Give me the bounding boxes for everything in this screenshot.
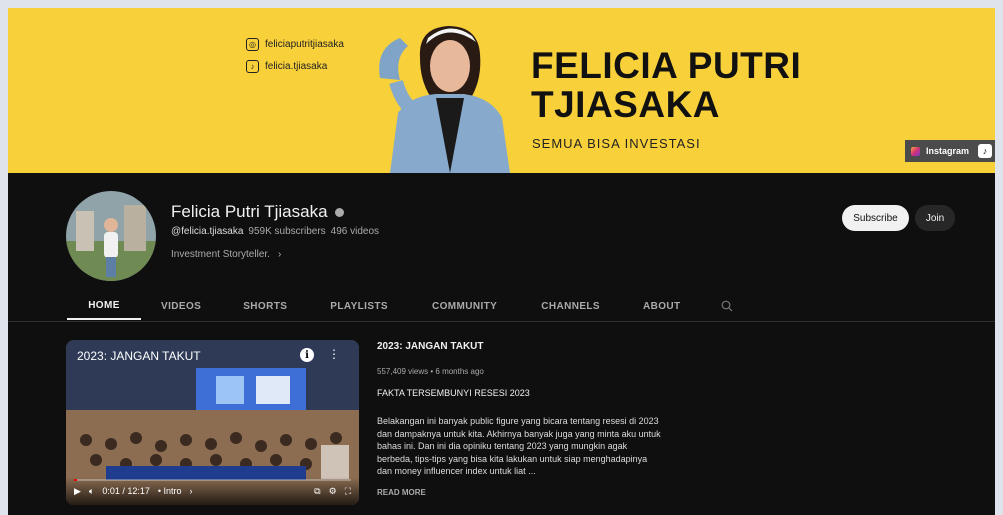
subscribe-button[interactable]: Subscribe [842,205,909,231]
banner-title-line1: FELICIA PUTRI [531,45,802,86]
join-button[interactable]: Join [915,205,955,231]
avatar[interactable] [66,191,156,281]
avatar-photo [66,191,156,281]
banner-link-instagram[interactable]: Instagram [926,146,969,156]
banner-social-links[interactable]: Instagram ♪ [905,140,995,162]
tab-playlists[interactable]: PLAYLISTS [330,292,388,320]
chapter-label[interactable]: • Intro [158,486,182,496]
fullscreen-icon[interactable]: ⛶ [345,486,351,497]
featured-video-player[interactable]: 2023: JANGAN TAKUT i ⋮ ▶ 🔈︎ 0:01 / 12:17… [66,340,359,505]
channel-handle: @felicia.tjiasaka [171,226,244,237]
featured-video-description: Belakangan ini banyak public figure yang… [377,416,661,476]
video-count: 496 videos [330,226,380,237]
banner-title: FELICIA PUTRI TJIASAKA [531,46,801,124]
channel-banner: ◎ feliciaputritjiasaka ♪ felicia.tjiasak… [8,8,995,173]
read-more-link[interactable]: READ MORE [377,488,426,497]
tiktok-icon: ♪ [246,60,259,73]
tab-community[interactable]: COMMUNITY [432,292,497,320]
time-display: 0:01 / 12:17 [102,486,150,496]
tab-home[interactable]: HOME [67,292,141,320]
banner-instagram-row: ◎ feliciaputritjiasaka [246,38,344,51]
banner-title-line2: TJIASAKA [531,84,721,125]
channel-tabs: HOME VIDEOS SHORTS PLAYLISTS COMMUNITY C… [67,292,733,322]
channel-description-link[interactable]: Investment Storyteller. › [171,249,281,260]
tab-channels[interactable]: CHANNELS [541,292,600,320]
channel-meta: @felicia.tjiasaka 959K subscribers 496 v… [171,226,379,237]
tab-shorts[interactable]: SHORTS [243,292,287,320]
settings-icon[interactable]: ⚙ [329,486,337,497]
captions-icon[interactable]: ⧉ [314,486,320,497]
featured-video-title[interactable]: 2023: JANGAN TAKUT [377,341,484,352]
featured-video-subtitle: FAKTA TERSEMBUNYI RESESI 2023 [377,388,530,398]
channel-description: Investment Storyteller. [171,249,270,260]
tab-videos[interactable]: VIDEOS [161,292,201,320]
banner-tiktok-row: ♪ felicia.tjiasaka [246,60,327,73]
more-options-icon[interactable]: ⋮ [328,347,340,361]
verified-icon [334,207,344,217]
info-icon[interactable]: i [300,348,314,362]
youtube-channel-page: ◎ feliciaputritjiasaka ♪ felicia.tjiasak… [8,8,995,515]
banner-instagram-handle: feliciaputritjiasaka [265,39,344,50]
player-title: 2023: JANGAN TAKUT [77,349,201,363]
banner-tagline: SEMUA BISA INVESTASI [532,136,701,151]
subscriber-count: 959K subscribers [248,226,326,237]
channel-name: Felicia Putri Tjiasaka [171,202,328,221]
instagram-icon [911,146,920,156]
chevron-right-icon: › [189,486,193,496]
volume-icon[interactable]: 🔈︎ [89,486,94,497]
instagram-icon: ◎ [246,38,259,51]
player-controls: ▶ 🔈︎ 0:01 / 12:17 • Intro › ⧉ ⚙ ⛶ [66,477,359,505]
search-icon[interactable] [721,292,733,320]
chevron-right-icon: › [277,249,282,260]
channel-name-row: Felicia Putri Tjiasaka [171,202,344,222]
tab-divider [8,321,995,322]
banner-portrait [379,26,510,173]
featured-video-stats: 557,409 views • 6 months ago [377,367,484,376]
banner-tiktok-handle: felicia.tjiasaka [265,61,328,72]
tiktok-icon[interactable]: ♪ [978,144,992,158]
tab-about[interactable]: ABOUT [643,292,681,320]
play-icon[interactable]: ▶ [74,486,81,497]
